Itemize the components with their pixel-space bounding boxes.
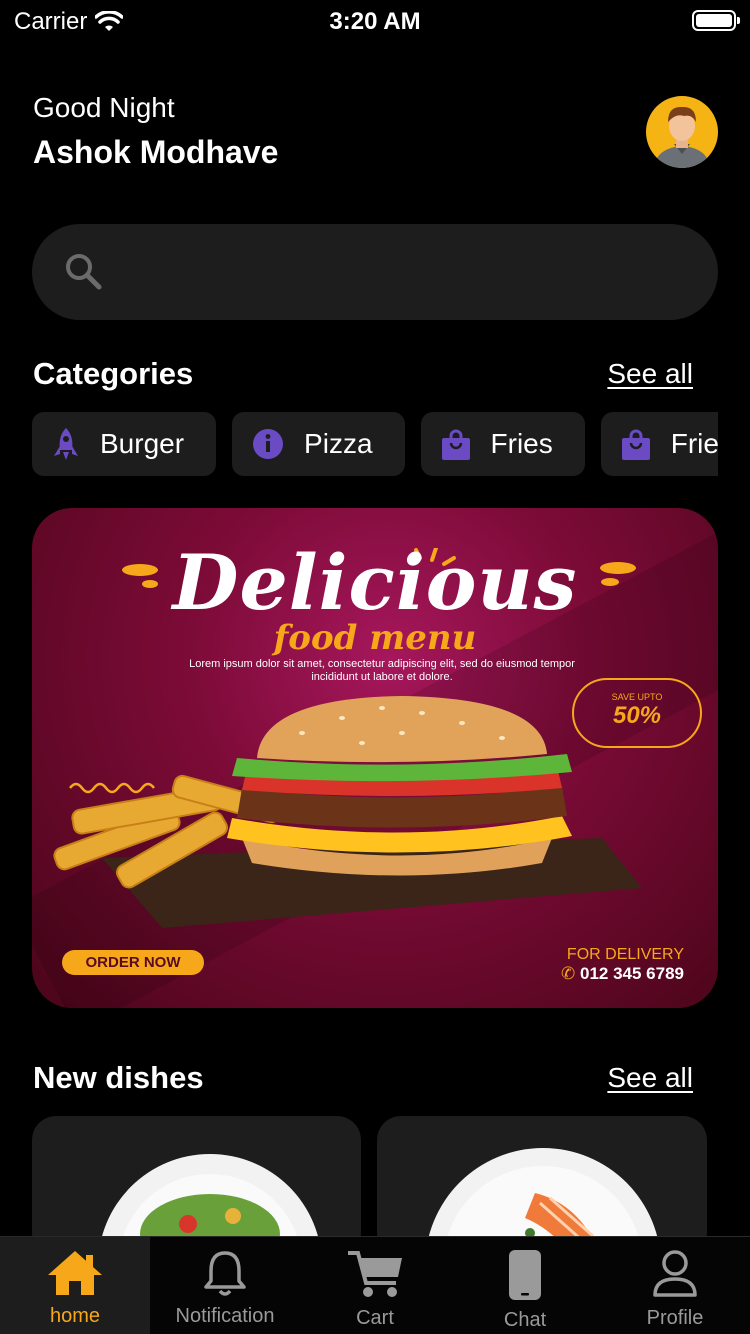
category-chip-fries[interactable]: Fries [420, 412, 585, 476]
phone-icon: ✆ [561, 964, 580, 983]
battery-icon [692, 10, 740, 31]
bell-icon [204, 1251, 246, 1296]
order-now-button[interactable]: ORDER NOW [62, 950, 204, 975]
category-label: Fries [490, 428, 553, 459]
search-icon [66, 254, 102, 290]
dish-card[interactable] [32, 1116, 361, 1256]
category-chip-pizza[interactable]: Pizza [232, 412, 405, 476]
tab-chat[interactable]: Chat [450, 1237, 600, 1334]
user-name: Ashok Modhave [33, 134, 279, 170]
new-dishes-see-all-link[interactable]: See all [607, 1062, 693, 1094]
burger-illustration [53, 696, 642, 928]
avatar[interactable] [646, 96, 718, 168]
search-input[interactable] [122, 244, 682, 300]
delivery-label: FOR DELIVERY [566, 946, 684, 963]
user-icon [653, 1250, 697, 1297]
category-chip-burger[interactable]: Burger [32, 412, 217, 476]
tab-label: Notification [175, 1305, 275, 1327]
status-bar: Carrier 3:20 AM [0, 0, 750, 40]
bottom-tab-bar: home Notification Cart Chat Profile [0, 1236, 750, 1334]
new-dishes-title: New dishes [33, 1060, 204, 1095]
promo-banner[interactable]: Delicious food menu Lorem ipsum dolor si… [32, 508, 718, 1008]
banner-body: Lorem ipsum dolor sit amet, consectetur … [189, 658, 575, 683]
tab-profile[interactable]: Profile [600, 1237, 750, 1334]
phone-number: 012 345 6789 [580, 964, 684, 983]
category-list: Burger Pizza Fries Fries [32, 412, 718, 476]
search-bar[interactable] [32, 224, 718, 320]
info-icon [253, 429, 284, 459]
shopping-bag-icon [441, 429, 470, 460]
rocket-icon [54, 428, 78, 460]
home-icon [48, 1251, 102, 1295]
categories-see-all-link[interactable]: See all [607, 358, 693, 390]
categories-title: Categories [33, 356, 194, 391]
tab-label: Profile [646, 1307, 704, 1329]
tab-home[interactable]: home [0, 1237, 150, 1334]
tab-cart[interactable]: Cart [300, 1237, 450, 1334]
tab-label: Chat [503, 1309, 547, 1331]
category-label: Fries [670, 428, 718, 459]
tab-label: home [49, 1305, 101, 1327]
tab-notification[interactable]: Notification [150, 1237, 300, 1334]
shopping-bag-icon [621, 429, 650, 460]
cart-icon [348, 1251, 402, 1297]
banner-title: Delicious [172, 538, 578, 627]
category-label: Burger [100, 428, 185, 459]
category-label: Pizza [304, 428, 373, 459]
status-time: 3:20 AM [329, 8, 421, 35]
tab-label: Cart [356, 1307, 394, 1329]
banner-subtitle: food menu [273, 618, 477, 658]
delivery-phone: ✆ 012 345 6789 [561, 964, 684, 984]
phone-icon [509, 1250, 541, 1300]
category-chip-fries-2[interactable]: Fries [600, 412, 718, 476]
dish-card[interactable] [377, 1116, 707, 1256]
greeting-text: Good Night [33, 92, 175, 123]
avatar-illustration [654, 106, 710, 168]
